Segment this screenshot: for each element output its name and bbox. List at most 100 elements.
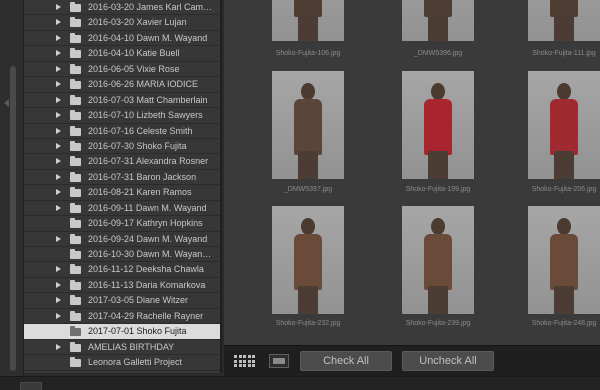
folder-label: 2016-10-30 Dawn M. Wayand (Se... <box>88 249 216 259</box>
expand-triangle-icon[interactable] <box>56 158 61 165</box>
thumbnail-filename: Shoko-Fujita-239.jpg <box>405 320 471 327</box>
thumbnail-image[interactable] <box>378 0 498 42</box>
thumbnail-image[interactable] <box>248 70 368 180</box>
bottom-panel-tab[interactable] <box>20 382 42 390</box>
folder-icon <box>70 110 81 121</box>
folder-row[interactable]: 2016-07-10 Lizbeth Sawyers <box>24 108 220 124</box>
folder-label: 2016-09-17 Kathryn Hopkins <box>88 218 203 229</box>
folder-row[interactable]: 2016-09-17 Kathryn Hopkins <box>24 216 220 232</box>
grid-view-icon[interactable] <box>234 355 256 369</box>
model-head <box>301 83 315 100</box>
thumbnail-image[interactable] <box>504 0 600 42</box>
thumbnail-image[interactable] <box>504 70 600 180</box>
folder-row[interactable]: 2016-11-12 Deeksha Chawla <box>24 262 220 278</box>
expand-triangle-icon[interactable] <box>56 204 61 211</box>
folder-icon <box>70 202 81 213</box>
folder-row[interactable]: 2016-06-05 Vixie Rose <box>24 62 220 78</box>
folder-icon <box>70 32 81 43</box>
expand-triangle-icon[interactable] <box>56 65 61 72</box>
folder-row[interactable]: 2016-07-31 Alexandra Rosner <box>24 154 220 170</box>
photo <box>402 0 474 41</box>
folder-row[interactable]: 2016-04-10 Dawn M. Wayand <box>24 31 220 47</box>
folder-label: 2016-11-12 Deeksha Chawla <box>88 264 204 275</box>
folder-scrollbar[interactable] <box>10 66 16 371</box>
grid-view-square <box>247 364 251 367</box>
folder-row[interactable]: 2016-10-30 Dawn M. Wayand (Se... <box>24 247 220 263</box>
expand-triangle-icon[interactable] <box>56 81 61 88</box>
folder-row[interactable]: 2016-07-03 Matt Chamberlain <box>24 93 220 109</box>
model-head <box>431 83 445 100</box>
expand-triangle-icon[interactable] <box>56 142 61 149</box>
folder-row[interactable]: Leonora Galletti Project <box>24 355 220 371</box>
folder-row[interactable]: AMELIAS BIRTHDAY <box>24 340 220 356</box>
folder-row[interactable]: 2016-07-31 Baron Jackson <box>24 170 220 186</box>
folder-label: 2017-07-01 Shoko Fujita <box>88 326 187 337</box>
thumbnail-grid: Shoko-Fujita-106.jpg _DMW5396.jpg Shoko-Fu… <box>224 0 600 345</box>
expand-triangle-icon[interactable] <box>56 112 61 119</box>
grid-view-square <box>243 364 246 367</box>
folder-row[interactable]: 2016-08-21 Karen Ramos <box>24 185 220 201</box>
loupe-view-icon[interactable] <box>269 354 289 368</box>
model-body <box>424 99 452 155</box>
folder-row[interactable]: 2016-04-10 Katie Buell <box>24 46 220 62</box>
folder-row[interactable]: 2016-03-20 Xavier Lujan <box>24 15 220 31</box>
folder-row[interactable]: 2016-03-20 James Karl Campbell <box>24 0 220 16</box>
expand-triangle-icon[interactable] <box>56 235 61 242</box>
expand-triangle-icon[interactable] <box>56 343 61 350</box>
folder-label: Leonora Galletti Project <box>88 357 183 368</box>
folder-row[interactable]: 2017-03-05 Diane Witzer <box>24 293 220 309</box>
expand-triangle-icon[interactable] <box>56 297 61 304</box>
thumbnail-filename: Shoko-Fujita-106.jpg <box>275 50 341 57</box>
model-legs <box>554 151 574 179</box>
expand-triangle-icon[interactable] <box>56 4 61 10</box>
expand-triangle-icon[interactable] <box>56 19 61 26</box>
thumbnail-image[interactable] <box>248 0 368 42</box>
folder-icon <box>70 218 81 229</box>
folder-label: 2016-04-10 Katie Buell <box>88 48 180 59</box>
grid-view-square <box>243 359 246 363</box>
model-legs <box>298 151 318 179</box>
expand-triangle-icon[interactable] <box>56 96 61 103</box>
thumbnail-image[interactable] <box>378 70 498 180</box>
folder-row[interactable]: 2017-04-29 Rachelle Rayner <box>24 309 220 325</box>
grid-view-square <box>252 364 255 367</box>
folder-icon <box>70 341 81 352</box>
folder-row[interactable]: 2016-07-30 Shoko Fujita <box>24 139 220 155</box>
collapse-arrow-icon[interactable] <box>4 99 9 107</box>
folder-icon <box>70 171 81 182</box>
expand-triangle-icon[interactable] <box>56 312 61 319</box>
expand-triangle-icon[interactable] <box>56 189 61 196</box>
folder-row[interactable]: 2016-11-13 Daria Komarkova <box>24 278 220 294</box>
grid-view-square <box>238 364 242 367</box>
thumbnail-filename: Shoko-Fujita-111.jpg <box>532 50 596 57</box>
expand-triangle-icon[interactable] <box>56 173 61 180</box>
model-body <box>550 99 578 155</box>
folder-row[interactable]: 2016-07-16 Celeste Smith <box>24 124 220 139</box>
folder-label: 2017-03-05 Diane Witzer <box>88 295 189 306</box>
model-legs <box>554 13 574 41</box>
thumbnail-image[interactable] <box>378 205 498 315</box>
folder-row[interactable]: 2016-09-11 Dawn M. Wayand <box>24 201 220 217</box>
grid-view-square <box>252 359 255 363</box>
folder-label: 2016-08-21 Karen Ramos <box>88 187 192 198</box>
grid-view-square <box>252 355 255 358</box>
expand-triangle-icon[interactable] <box>56 127 61 134</box>
expand-triangle-icon[interactable] <box>56 50 61 57</box>
thumbnail-image[interactable] <box>248 205 368 315</box>
photo <box>402 206 474 314</box>
folder-icon <box>70 140 81 151</box>
uncheck-all-button[interactable]: Uncheck All <box>402 351 494 371</box>
folder-label: 2016-04-10 Dawn M. Wayand <box>88 32 208 43</box>
model-head <box>557 83 571 100</box>
expand-triangle-icon[interactable] <box>56 281 61 288</box>
folder-list: 2016-03-20 James Karl Campbell 2016-03-20… <box>24 0 222 373</box>
folder-label: AMELIAS BIRTHDAY <box>88 341 175 352</box>
folder-row[interactable]: 2016-06-26 MARIA IODICE <box>24 77 220 93</box>
expand-triangle-icon[interactable] <box>56 266 61 273</box>
thumbnail-image[interactable] <box>504 205 600 315</box>
expand-triangle-icon[interactable] <box>56 34 61 41</box>
folder-icon <box>70 249 81 259</box>
folder-row[interactable]: 2017-07-01 Shoko Fujita <box>24 324 220 340</box>
check-all-button[interactable]: Check All <box>300 351 392 371</box>
folder-row[interactable]: 2016-09-24 Dawn M. Wayand <box>24 232 220 247</box>
